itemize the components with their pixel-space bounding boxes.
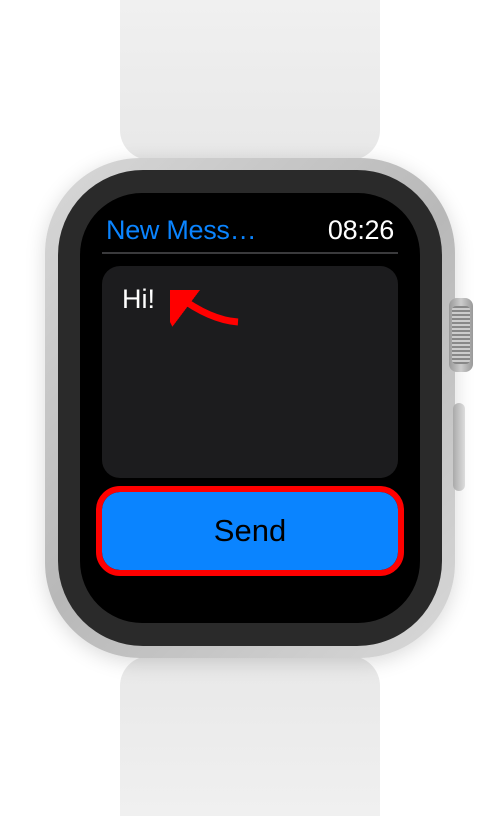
annotation-arrow-icon xyxy=(170,290,242,332)
send-button-label: Send xyxy=(214,513,286,549)
clock-time: 08:26 xyxy=(328,215,394,246)
send-button[interactable]: Send xyxy=(102,492,398,570)
digital-crown[interactable] xyxy=(449,298,473,372)
watch-bezel: New Mess… 08:26 Hi! xyxy=(58,170,442,646)
screen-header: New Mess… 08:26 xyxy=(102,215,398,246)
message-input-area[interactable]: Hi! xyxy=(102,266,398,478)
watch-band-bottom xyxy=(120,656,380,816)
side-button[interactable] xyxy=(453,403,465,491)
header-divider xyxy=(102,252,398,254)
watch-screen: New Mess… 08:26 Hi! xyxy=(80,193,420,623)
watch-band-top xyxy=(120,0,380,160)
message-text: Hi! xyxy=(122,284,155,314)
page-title[interactable]: New Mess… xyxy=(106,215,256,246)
watch-case: New Mess… 08:26 Hi! xyxy=(45,158,455,658)
